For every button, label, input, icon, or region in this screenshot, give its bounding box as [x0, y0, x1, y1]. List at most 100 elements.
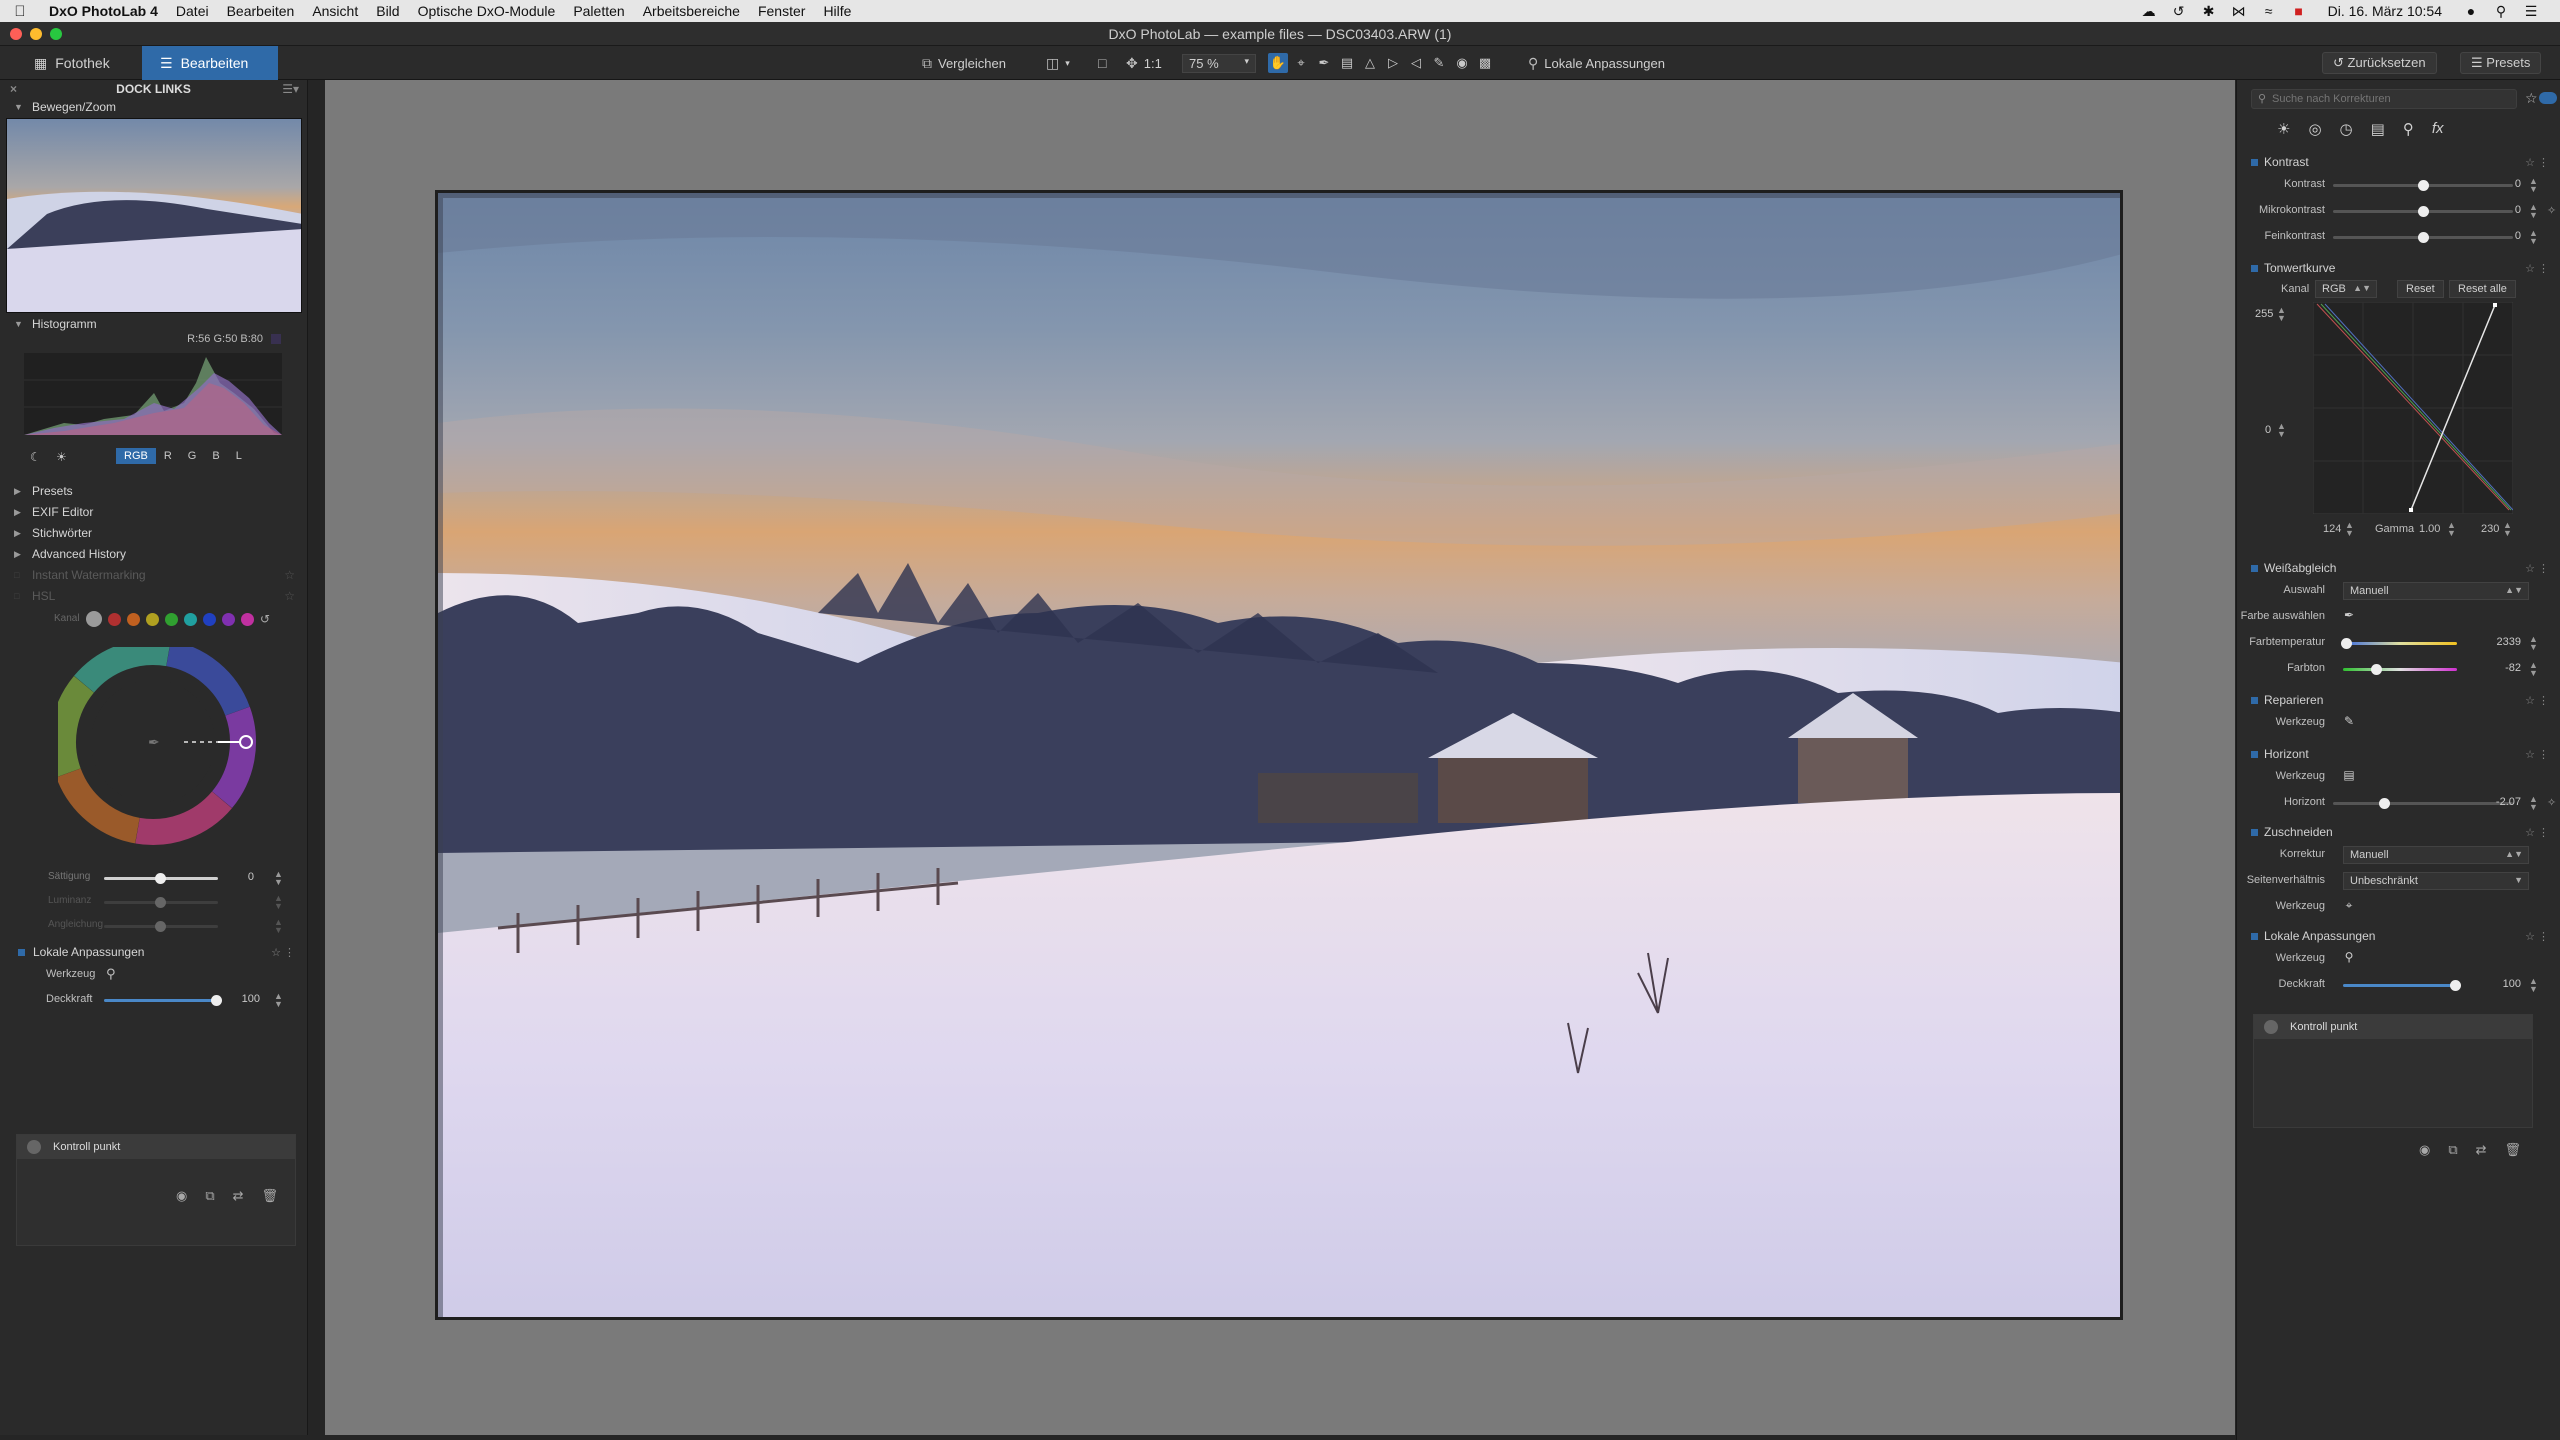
exif-editor-section[interactable]: ▶ EXIF Editor	[0, 503, 307, 521]
tone-gamma-stepper[interactable]: ▲ ▼	[2447, 521, 2456, 538]
tone-top-value[interactable]: 255	[2255, 308, 2273, 320]
user-icon[interactable]: ●	[2456, 3, 2486, 19]
mask-display-icon[interactable]: ▩	[1475, 53, 1495, 73]
repair-tool-icon[interactable]: ✎	[1429, 53, 1449, 73]
white-balance-enable-checkbox[interactable]	[2251, 564, 2258, 572]
right-control-point-item[interactable]: Kontroll punkt	[2254, 1015, 2532, 1039]
navigator-thumbnail[interactable]	[6, 118, 302, 313]
white-balance-header[interactable]: Weißabgleich ☆ ⋮	[2237, 558, 2560, 578]
wb-temp-slider[interactable]	[2341, 638, 2457, 649]
correction-search[interactable]: ⚲	[2251, 89, 2517, 109]
swap-mask-icon[interactable]: ⇄	[2476, 1142, 2487, 1158]
favorite-star-icon[interactable]: ☆ ⋮	[271, 946, 295, 959]
watermark-section[interactable]: □ Instant Watermarking ☆	[0, 566, 307, 584]
horizon-value[interactable]: -2.07	[2481, 796, 2521, 808]
favorite-star-icon[interactable]: ☆ ⋮	[2525, 930, 2549, 943]
contrast-value[interactable]: 0	[2481, 178, 2521, 190]
level-tool-icon[interactable]: ▤	[2341, 768, 2357, 784]
white-balance-picker-icon[interactable]: ✒	[1314, 53, 1334, 73]
wb-eyedropper-icon[interactable]: ✒	[2341, 608, 2357, 624]
tone-bottom-value[interactable]: 0	[2265, 424, 2271, 436]
wb-temp-knob[interactable]	[2341, 638, 2352, 649]
time-machine-icon[interactable]: ↺	[2164, 3, 2194, 20]
auto-wand-icon[interactable]: ✧	[2547, 204, 2556, 217]
duplicate-mask-icon[interactable]: ⧉	[2448, 1142, 2457, 1158]
effects-fx-icon[interactable]: fx	[2432, 120, 2444, 138]
horizon-enable-checkbox[interactable]	[2251, 750, 2258, 758]
delete-mask-icon[interactable]: 🗑	[262, 1188, 279, 1204]
histogram-header[interactable]: ▼ Histogramm	[0, 315, 307, 333]
contrast-enable-checkbox[interactable]	[2251, 158, 2258, 166]
favorite-star-icon[interactable]: ☆ ⋮	[2525, 694, 2549, 707]
left-local-adjust-header[interactable]: Lokale Anpassungen ☆ ⋮	[0, 943, 307, 961]
menu-fenster[interactable]: Fenster	[749, 3, 814, 19]
channel-cyan-dot[interactable]	[184, 612, 197, 626]
wb-temp-stepper[interactable]: ▲ ▼	[2529, 635, 2538, 652]
right-opacity-stepper[interactable]: ▲ ▼	[2529, 977, 2538, 994]
crop-frame-button[interactable]: □	[1098, 52, 1106, 74]
mask-visibility-icon[interactable]: ◉	[2419, 1142, 2430, 1158]
tone-black-stepper[interactable]: ▲ ▼	[2345, 521, 2354, 538]
advanced-history-section[interactable]: ▶ Advanced History	[0, 545, 307, 563]
right-opacity-slider[interactable]	[2343, 980, 2461, 991]
reset-button[interactable]: ↺ Zurücksetzen	[2322, 52, 2437, 74]
local-adjust-button[interactable]: ⚲ Lokale Anpassungen	[1528, 52, 1665, 74]
tone-bottom-stepper[interactable]: ▲ ▼	[2277, 422, 2286, 439]
tone-black-point[interactable]: 124	[2323, 523, 2341, 535]
tone-curve-enable-checkbox[interactable]	[2251, 264, 2258, 272]
channel-magenta-dot[interactable]	[241, 612, 254, 626]
network-icon[interactable]: ⋈	[2224, 3, 2254, 20]
repair-enable-checkbox[interactable]	[2251, 696, 2258, 704]
wb-tint-value[interactable]: -82	[2481, 662, 2521, 674]
menubar-clock[interactable]: Di. 16. März 10:54	[2314, 3, 2456, 19]
right-opacity-value[interactable]: 100	[2481, 978, 2521, 990]
compare-button[interactable]: ⧉ Vergleichen	[922, 52, 1006, 74]
channel-green-dot[interactable]	[165, 612, 178, 626]
crop-enable-checkbox[interactable]	[2251, 828, 2258, 836]
hsl-section[interactable]: □ HSL ☆	[0, 587, 307, 605]
uniformity-knob[interactable]	[155, 921, 166, 932]
hand-tool-icon[interactable]: ✋	[1268, 53, 1288, 73]
fit-button[interactable]: ✥ 1:1	[1126, 52, 1162, 74]
highlight-clipping-icon[interactable]: ☀	[56, 450, 67, 464]
color-category-icon[interactable]: ◎	[2308, 120, 2321, 138]
channel-all-dot[interactable]	[86, 611, 102, 627]
keywords-section[interactable]: ▶ Stichwörter	[0, 524, 307, 542]
tab-bearbeiten[interactable]: ☰ Bearbeiten	[142, 46, 278, 80]
crop-ratio-dropdown[interactable]: Unbeschränkt ▼	[2343, 872, 2529, 890]
wifi-icon[interactable]: ≈	[2254, 3, 2284, 19]
hsl-color-wheel[interactable]: ✒	[58, 647, 258, 847]
favorite-star-icon[interactable]: ☆	[284, 568, 295, 582]
microcontrast-stepper[interactable]: ▲ ▼	[2529, 203, 2538, 220]
split-view-button[interactable]: ◫ ▾	[1046, 52, 1070, 74]
tab-fotothek[interactable]: ▦ Fotothek	[16, 46, 128, 80]
zoom-select[interactable]: 75 % ▾	[1182, 52, 1256, 74]
creative-cloud-icon[interactable]: ☁	[2134, 3, 2164, 20]
finecontrast-knob[interactable]	[2418, 232, 2429, 243]
channel-r[interactable]: R	[156, 448, 180, 464]
microcontrast-value[interactable]: 0	[2481, 204, 2521, 216]
finecontrast-value[interactable]: 0	[2481, 230, 2521, 242]
tone-channel-select[interactable]: RGB ▲▼	[2315, 280, 2377, 298]
perspective-rect-icon[interactable]: ▷	[1383, 53, 1403, 73]
luminance-stepper[interactable]: ▲ ▼	[274, 894, 283, 911]
bandage-icon[interactable]: ✎	[2341, 714, 2357, 730]
tone-reset-button[interactable]: Reset	[2397, 280, 2444, 298]
light-category-icon[interactable]: ☀	[2277, 120, 2290, 138]
luminance-slider[interactable]	[104, 897, 218, 908]
contrast-stepper[interactable]: ▲ ▼	[2529, 177, 2538, 194]
left-opacity-value[interactable]: 100	[220, 993, 260, 1005]
flag-icon[interactable]: ■	[2284, 3, 2314, 19]
spotlight-search-icon[interactable]: ⚲	[2486, 3, 2516, 20]
eye-icon[interactable]: ◉	[1452, 53, 1472, 73]
menu-datei[interactable]: Datei	[167, 3, 218, 19]
favorite-star-icon[interactable]: ☆ ⋮	[2525, 156, 2549, 169]
channel-yellow-dot[interactable]	[146, 612, 159, 626]
auto-wand-icon[interactable]: ✧	[2547, 796, 2556, 809]
channel-purple-dot[interactable]	[222, 612, 235, 626]
close-dock-icon[interactable]: ×	[10, 82, 17, 96]
tone-curve-graph[interactable]	[2313, 302, 2513, 514]
local-category-icon[interactable]: ⚲	[2403, 120, 2414, 138]
left-control-point-item[interactable]: Kontroll punkt	[17, 1135, 295, 1159]
move-zoom-header[interactable]: ▼ Bewegen/Zoom	[0, 98, 307, 116]
